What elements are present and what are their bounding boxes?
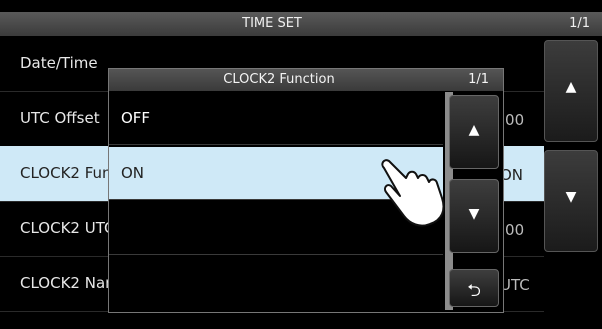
- dialog-down-button[interactable]: ▼: [449, 179, 499, 253]
- down-arrow-icon: ▼: [468, 206, 480, 222]
- dialog-up-button[interactable]: ▲: [449, 95, 499, 169]
- back-arrow-icon: ⮌: [467, 281, 481, 301]
- dialog-title: CLOCK2 Function: [223, 72, 335, 87]
- menu-row-label: Date/Time: [20, 54, 98, 72]
- touch-hand-icon: [381, 159, 445, 227]
- option-label: ON: [121, 164, 145, 182]
- dialog-page-indicator: 1/1: [468, 72, 489, 87]
- scroll-up-button[interactable]: ▲: [544, 40, 598, 142]
- page-indicator: 1/1: [569, 16, 590, 31]
- dialog-title-bar: CLOCK2 Function 1/1: [109, 69, 503, 91]
- down-arrow-icon: ▼: [565, 189, 577, 205]
- menu-row-value: UTC: [500, 276, 530, 294]
- dialog-back-button[interactable]: ⮌: [449, 269, 499, 307]
- scroll-down-button[interactable]: ▼: [544, 150, 598, 252]
- menu-row-label: UTC Offset: [20, 109, 100, 127]
- side-scroll-panel: ▲ ▼: [544, 36, 602, 329]
- up-arrow-icon: ▲: [468, 122, 480, 138]
- option-empty-2: [109, 257, 443, 309]
- option-off[interactable]: OFF: [109, 92, 443, 145]
- up-arrow-icon: ▲: [565, 79, 577, 95]
- option-label: OFF: [121, 109, 151, 127]
- title-bar: TIME SET 1/1: [0, 12, 602, 36]
- screen-title: TIME SET: [242, 16, 302, 31]
